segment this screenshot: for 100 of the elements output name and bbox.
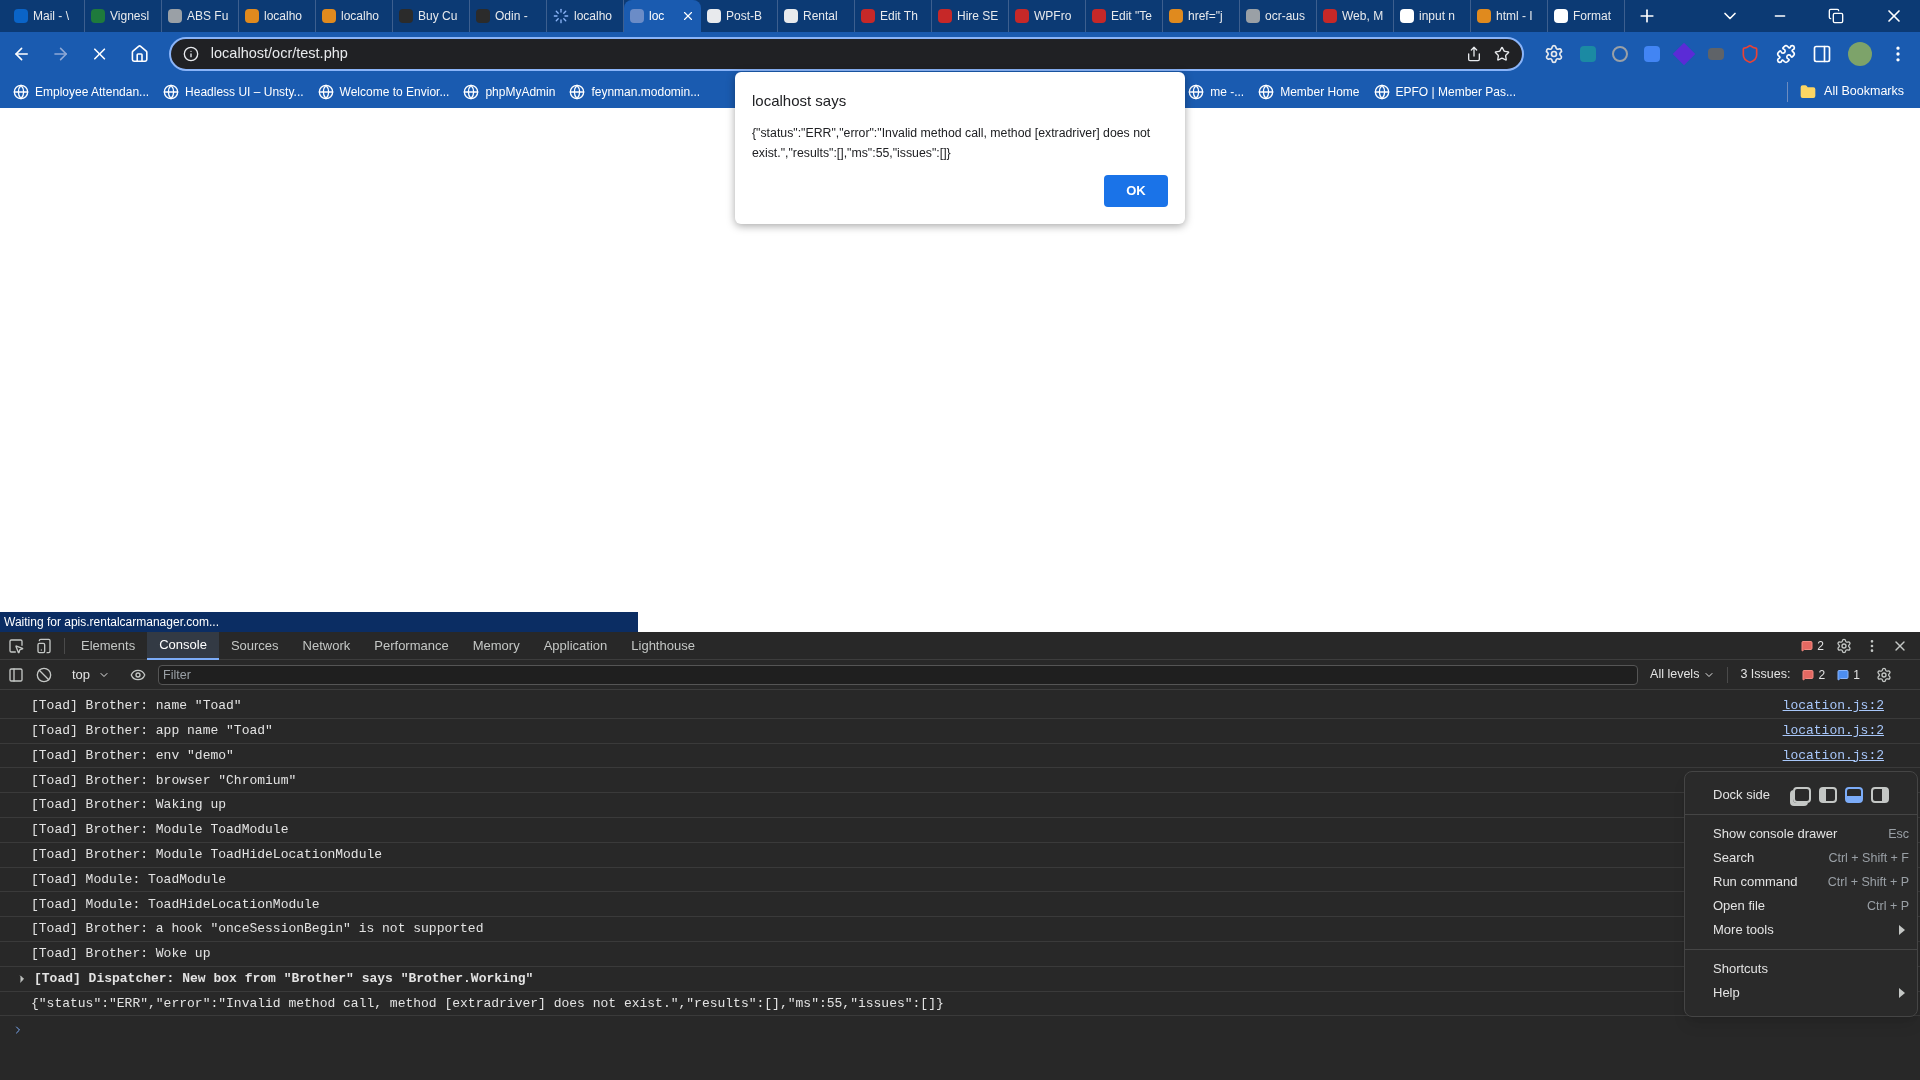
menu-item[interactable]: More tools bbox=[1685, 918, 1917, 942]
console-message: [Toad] Brother: browser "Chromium" bbox=[31, 771, 297, 790]
console-message: [Toad] Brother: Module ToadHideLocationModule bbox=[31, 845, 383, 864]
tab-title: localho bbox=[574, 8, 613, 25]
bookmark[interactable]: Headless UI – Unsty... bbox=[158, 82, 309, 101]
error-icon bbox=[1801, 639, 1814, 652]
console-group-message[interactable]: [Toad] Dispatcher: New box from "Brother" says "Brother.Working" bbox=[34, 968, 534, 989]
gear-icon[interactable] bbox=[1544, 43, 1564, 64]
devtools-tab[interactable]: Application bbox=[531, 631, 620, 660]
console-message: [Toad] Brother: app name "Toad" bbox=[31, 721, 273, 740]
error-count-badge[interactable]: 2 bbox=[1801, 636, 1824, 655]
inspect-icon[interactable] bbox=[8, 637, 24, 654]
menu-item[interactable]: Show console drawer Esc bbox=[1685, 822, 1917, 846]
tab-title: Rental bbox=[803, 8, 838, 25]
favicon-icon bbox=[1554, 9, 1568, 23]
extension-icon[interactable] bbox=[1612, 45, 1628, 62]
tab-title: Web, M bbox=[1342, 8, 1384, 25]
favicon-icon bbox=[476, 9, 490, 23]
dock-option-icon[interactable] bbox=[1819, 787, 1837, 803]
share-icon[interactable] bbox=[1466, 45, 1482, 62]
bookmark[interactable]: Employee Attendan... bbox=[8, 82, 155, 101]
globe-icon bbox=[1188, 83, 1205, 100]
tab-title: Format bbox=[1573, 8, 1611, 25]
favicon-icon bbox=[1015, 9, 1029, 23]
tab-title: Edit "Te bbox=[1111, 8, 1152, 25]
globe-icon bbox=[1258, 83, 1275, 100]
info-icon[interactable] bbox=[182, 45, 199, 62]
sidebar-icon[interactable] bbox=[8, 666, 24, 683]
ok-button[interactable]: OK bbox=[1104, 175, 1168, 207]
tab-title: Mail - \ bbox=[33, 8, 69, 25]
console-message: {"status":"ERR","error":"Invalid method call, method [extradriver] does not exist.","results":[],"ms":55,"issues":[]} bbox=[31, 994, 944, 1013]
issue-info-badge[interactable]: 1 bbox=[1837, 665, 1860, 684]
favicon-icon bbox=[91, 9, 105, 23]
dock-option-icon[interactable] bbox=[1845, 787, 1863, 803]
console-settings-icon[interactable] bbox=[1875, 666, 1892, 683]
bookmark[interactable]: phpMyAdmin bbox=[458, 82, 561, 101]
devtools-tab[interactable]: Elements bbox=[69, 631, 148, 660]
menu-item[interactable]: Shortcuts bbox=[1685, 957, 1917, 981]
puzzle-icon[interactable] bbox=[1776, 43, 1796, 64]
side-panel-icon[interactable] bbox=[1812, 43, 1832, 64]
levels-dropdown[interactable]: All levels bbox=[1650, 665, 1716, 684]
context-dropdown[interactable]: top bbox=[64, 664, 119, 685]
issue-errors-badge[interactable]: 2 bbox=[1802, 665, 1826, 684]
bookmark[interactable]: Member Home bbox=[1253, 82, 1365, 101]
favicon-icon bbox=[245, 9, 259, 23]
menu-item[interactable]: Search Ctrl + Shift + F bbox=[1685, 846, 1917, 870]
browser-tab[interactable]: loc bbox=[624, 0, 701, 32]
favicon-icon bbox=[707, 9, 721, 23]
bookmark[interactable]: feynman.modomin... bbox=[564, 82, 706, 101]
devtools-tab[interactable]: Performance bbox=[362, 631, 461, 660]
dialog-title: localhost says bbox=[752, 91, 848, 111]
tab-title: Buy Cu bbox=[418, 8, 458, 25]
info-icon bbox=[1837, 668, 1850, 681]
devtools-tab[interactable]: Lighthouse bbox=[619, 631, 707, 660]
tab-title: href="j bbox=[1188, 8, 1223, 25]
bookmark[interactable]: Welcome to Envior... bbox=[312, 82, 455, 101]
devtools-tab[interactable]: Console bbox=[147, 631, 219, 660]
devtools-tab[interactable]: Network bbox=[290, 631, 363, 660]
globe-icon bbox=[13, 83, 29, 100]
tab-title: loc bbox=[649, 8, 665, 25]
console-message: [Toad] Module: ToadHideLocationModule bbox=[31, 895, 320, 914]
source-link[interactable]: location.js:2 bbox=[1782, 745, 1884, 766]
device-toolbar-icon[interactable] bbox=[36, 637, 52, 654]
settings-icon[interactable] bbox=[1836, 637, 1852, 654]
shortcut-text: Esc bbox=[1888, 825, 1909, 843]
tab-title: ocr-aus bbox=[1265, 8, 1305, 25]
all-bookmarks-button[interactable]: All Bookmarks bbox=[1792, 82, 1912, 101]
star-icon[interactable] bbox=[1494, 45, 1510, 62]
filter-field[interactable]: Filter bbox=[158, 664, 1639, 685]
home-icon[interactable] bbox=[129, 43, 149, 64]
globe-icon bbox=[463, 83, 480, 100]
menu-item[interactable]: Run command Ctrl + Shift + P bbox=[1685, 870, 1917, 894]
favicon-icon bbox=[1092, 9, 1106, 23]
shortcut-text: Ctrl + Shift + P bbox=[1827, 873, 1909, 891]
url-text: localhost/ocr/test.php bbox=[210, 43, 348, 63]
globe-icon bbox=[1373, 83, 1390, 100]
tab-title: input n bbox=[1419, 8, 1456, 25]
submenu-arrow-icon bbox=[1899, 988, 1905, 998]
devtools-tab[interactable]: Sources bbox=[218, 631, 291, 660]
console-message: [Toad] Brother: env "demo" bbox=[31, 746, 234, 765]
dock-option-icon[interactable] bbox=[1793, 787, 1811, 803]
shortcut-text: Ctrl + P bbox=[1866, 897, 1909, 915]
tab-title: Hire SE bbox=[957, 8, 999, 25]
bookmark[interactable]: EPFO | Member Pas... bbox=[1368, 82, 1521, 101]
source-link[interactable]: location.js:2 bbox=[1782, 720, 1884, 741]
address-bar[interactable]: localhost/ocr/test.php bbox=[168, 36, 1524, 71]
source-link[interactable]: location.js:2 bbox=[1782, 696, 1884, 716]
restore-icon[interactable] bbox=[1828, 8, 1844, 24]
menu-item[interactable]: Help bbox=[1685, 981, 1917, 1005]
menu-item[interactable]: Open file Ctrl + P bbox=[1685, 894, 1917, 918]
favicon-icon bbox=[399, 9, 413, 23]
clear-icon[interactable] bbox=[36, 666, 52, 683]
bookmark[interactable]: me -... bbox=[1183, 82, 1250, 101]
devtools-tab[interactable]: Memory bbox=[460, 631, 532, 660]
tab-title: WPFro bbox=[1034, 8, 1072, 25]
close-tab-icon[interactable] bbox=[681, 9, 695, 23]
dock-option-icon[interactable] bbox=[1871, 787, 1889, 803]
status-bubble: Waiting for apis.rentalcarmanager.com... bbox=[0, 612, 638, 632]
favicon-icon bbox=[1246, 9, 1260, 23]
favicon-icon bbox=[14, 9, 28, 23]
